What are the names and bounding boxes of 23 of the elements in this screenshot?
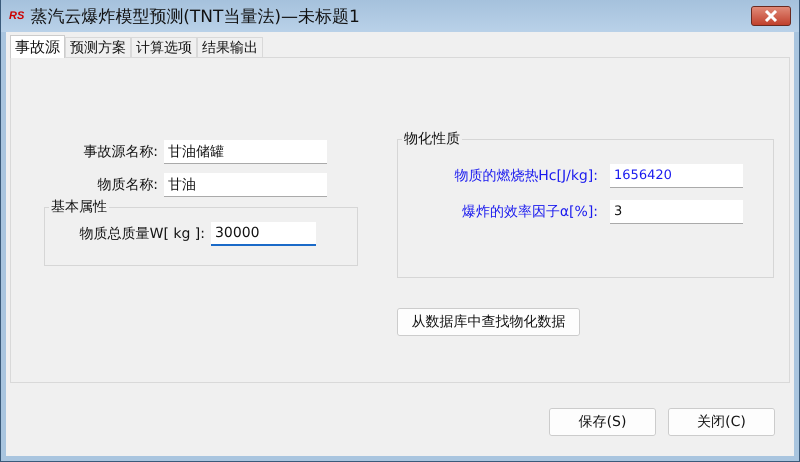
input-field[interactable]: 3 bbox=[610, 200, 743, 224]
tab[interactable]: 事故源 bbox=[10, 35, 65, 58]
tab[interactable]: 计算选项 bbox=[131, 37, 197, 57]
close-button[interactable] bbox=[751, 6, 791, 26]
dialog-button[interactable]: 关闭(C) bbox=[668, 408, 775, 436]
group-title: 基本属性 bbox=[50, 198, 108, 216]
field-label: 物质总质量W[ kg ]: bbox=[78, 225, 206, 243]
app-logo: RS bbox=[9, 10, 24, 22]
input-field[interactable]: 1656420 bbox=[610, 164, 743, 188]
dialog-button[interactable]: 保存(S) bbox=[549, 408, 656, 436]
field-label: 物质名称: bbox=[96, 176, 159, 194]
input-field[interactable]: 30000 bbox=[211, 222, 316, 246]
window-title: 蒸汽云爆炸模型预测(TNT当量法)—未标题1 bbox=[30, 6, 360, 28]
field-label: 物质的燃烧热Hc[J/kg]: bbox=[453, 167, 599, 185]
field-label: 事故源名称: bbox=[82, 143, 159, 161]
tab[interactable]: 预测方案 bbox=[65, 37, 131, 57]
lookup-button[interactable]: 从数据库中查找物化数据 bbox=[397, 308, 580, 336]
tab[interactable]: 结果输出 bbox=[197, 37, 263, 57]
field-label: 爆炸的效率因子α[%]: bbox=[460, 203, 599, 221]
input-field[interactable]: 甘油储罐 bbox=[164, 140, 327, 164]
group-title: 物化性质 bbox=[403, 130, 461, 148]
close-icon bbox=[764, 10, 778, 22]
input-field[interactable]: 甘油 bbox=[164, 173, 327, 197]
